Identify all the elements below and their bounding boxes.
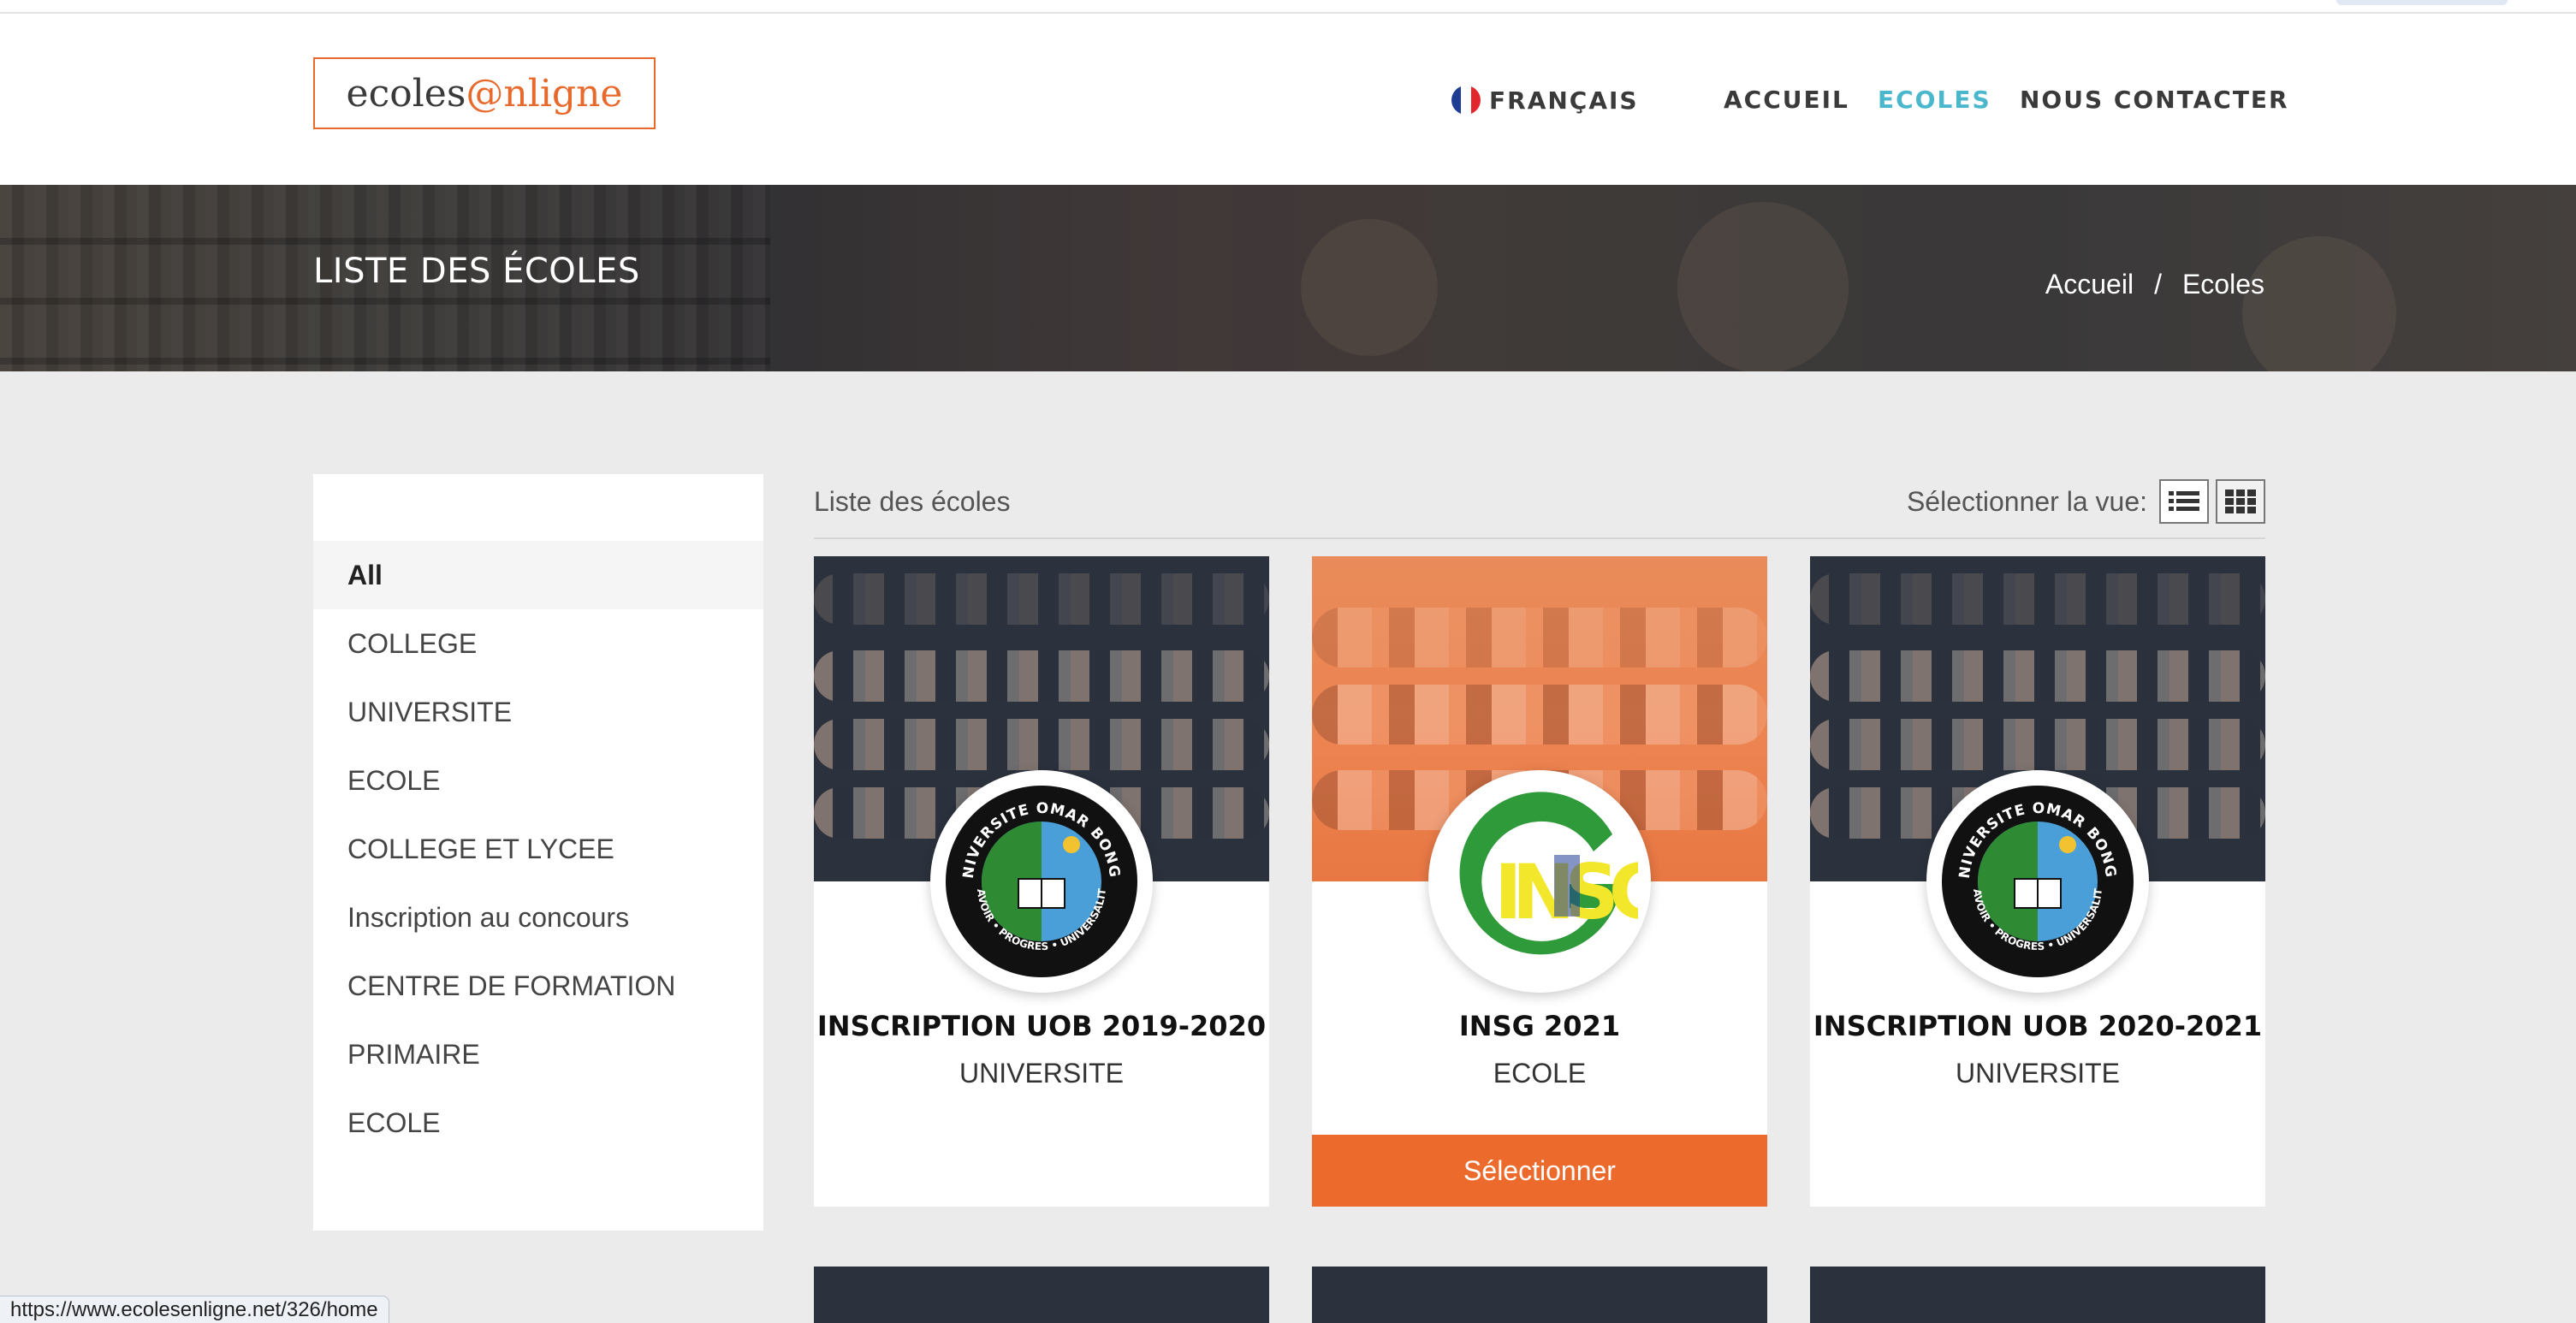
language-selector[interactable]: FRANÇAIS — [1451, 86, 1639, 115]
site-header: ecoles @nligne FRANÇAIS ACCUEIL ECOLES NO… — [0, 14, 2576, 185]
school-card-photo — [814, 1267, 1269, 1323]
photo-crowd-row — [1810, 573, 2265, 625]
page-title: LISTE DES ÉCOLES — [313, 252, 640, 291]
browser-tab-pill — [2336, 0, 2508, 5]
category-list: All COLLEGE UNIVERSITE ECOLE COLLEGE ET … — [313, 541, 763, 1157]
category-item-centre-formation[interactable]: CENTRE DE FORMATION — [313, 952, 763, 1020]
school-list-title: Liste des écoles — [814, 486, 1011, 517]
school-card-name: INSG 2021 — [1458, 1010, 1621, 1042]
view-selector-label: Sélectionner la vue: — [1906, 485, 2147, 517]
grid-view-icon — [2225, 489, 2256, 513]
school-card-name: INSCRIPTION UOB 2020-2021 — [1813, 1010, 2263, 1042]
nav-link-contact[interactable]: NOUS CONTACTER — [2020, 86, 2289, 114]
status-bar-url: https://www.ecolesenligne.net/326/home — [0, 1296, 389, 1323]
breadcrumb-separator: / — [2154, 269, 2162, 300]
photo-crowd-row — [814, 573, 1269, 625]
school-card-name: INSCRIPTION UOB 2019-2020 — [816, 1010, 1267, 1042]
logo-text-main: ecoles — [346, 71, 466, 116]
breadcrumb: Accueil / Ecoles — [2045, 269, 2264, 300]
category-sidebar: All COLLEGE UNIVERSITE ECOLE COLLEGE ET … — [313, 474, 763, 1231]
uob-seal-icon: UNIVERSITE OMAR BONGO SAVOIR • PROGRES •… — [1939, 783, 2134, 977]
school-card[interactable]: UNIVERSITE OMAR BONGO SAVOIR • PROGRES •… — [814, 556, 1269, 1207]
school-card[interactable] — [814, 1267, 1269, 1323]
school-logo-badge: UNIVERSITE OMAR BONGO SAVOIR • PROGRES •… — [1926, 770, 2149, 993]
school-card[interactable]: INSG INSG 2021 ECOLE Sélectionner — [1312, 556, 1767, 1207]
nav-link-schools[interactable]: ECOLES — [1878, 86, 1991, 114]
photo-crowd-row — [1810, 650, 2265, 702]
school-logo-badge: UNIVERSITE OMAR BONGO SAVOIR • PROGRES •… — [930, 770, 1153, 993]
category-item-ecole[interactable]: ECOLE — [313, 746, 763, 815]
category-item-universite[interactable]: UNIVERSITE — [313, 678, 763, 746]
view-selector: Sélectionner la vue: — [1907, 479, 2265, 524]
school-card[interactable] — [1312, 1267, 1767, 1323]
breadcrumb-current: Ecoles — [2181, 269, 2264, 300]
school-card[interactable]: UNIVERSITE OMAR BONGO SAVOIR • PROGRES •… — [1810, 556, 2265, 1207]
school-card-photo — [1810, 1267, 2265, 1323]
select-school-button[interactable]: Sélectionner — [1312, 1135, 1767, 1207]
page-banner: LISTE DES ÉCOLES Accueil / Ecoles — [0, 185, 2576, 371]
french-flag-icon — [1451, 86, 1481, 115]
photo-crowd-row — [1312, 608, 1767, 667]
school-logo-badge: INSG — [1428, 770, 1651, 993]
photo-crowd-row — [1810, 719, 2265, 770]
breadcrumb-home[interactable]: Accueil — [2045, 269, 2134, 300]
photo-crowd-row — [814, 650, 1269, 702]
school-card[interactable] — [1810, 1267, 2265, 1323]
school-card-type: UNIVERSITE — [1955, 1058, 2121, 1089]
school-card-type: ECOLE — [1493, 1058, 1587, 1089]
category-item-college[interactable]: COLLEGE — [313, 609, 763, 678]
uob-seal-icon: UNIVERSITE OMAR BONGO SAVOIR • PROGRES •… — [943, 783, 1137, 977]
school-list-header: Liste des écoles Sélectionner la vue: — [814, 474, 2265, 539]
language-label: FRANÇAIS — [1489, 86, 1639, 115]
photo-crowd-row — [1312, 685, 1767, 745]
logo-text-accent: @nligne — [466, 71, 623, 116]
school-card-type: UNIVERSITE — [959, 1058, 1125, 1089]
category-item-college-et-lycee[interactable]: COLLEGE ET LYCEE — [313, 815, 763, 883]
site-logo[interactable]: ecoles @nligne — [313, 57, 656, 129]
insg-logo-icon: INSG — [1459, 792, 1638, 955]
list-view-button[interactable] — [2159, 479, 2209, 524]
grid-view-button[interactable] — [2216, 479, 2265, 524]
list-view-icon — [2169, 491, 2199, 511]
category-item-primaire[interactable]: PRIMAIRE — [313, 1020, 763, 1089]
category-item-ecole-2[interactable]: ECOLE — [313, 1089, 763, 1157]
school-card-photo — [1312, 1267, 1767, 1323]
category-item-inscription-concours[interactable]: Inscription au concours — [313, 883, 763, 952]
photo-crowd-row — [814, 719, 1269, 770]
browser-top-strip — [0, 0, 2576, 14]
nav-link-home[interactable]: ACCUEIL — [1724, 86, 1849, 114]
category-item-all[interactable]: All — [313, 541, 763, 609]
